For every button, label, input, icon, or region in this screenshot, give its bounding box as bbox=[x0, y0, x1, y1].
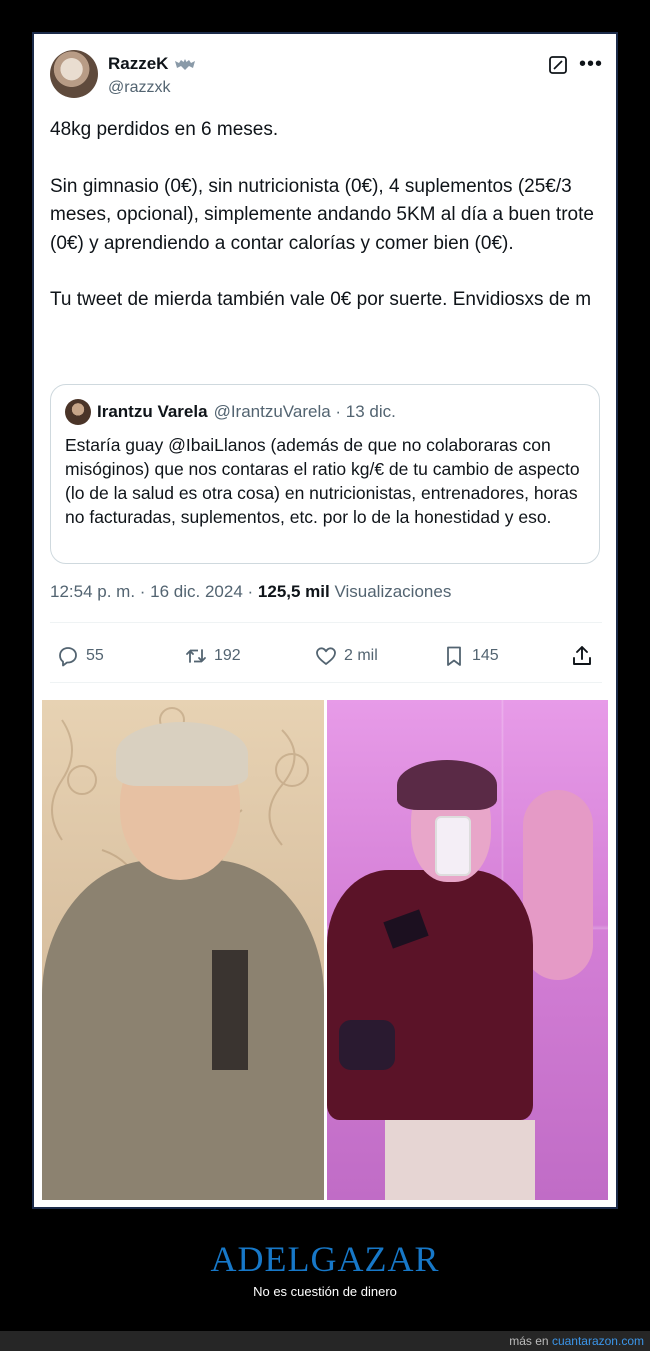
quoted-author-avatar bbox=[65, 399, 91, 425]
bookmark-count: 145 bbox=[472, 647, 499, 664]
share-button[interactable] bbox=[570, 636, 594, 676]
meme-subtitle: No es cuestión de dinero bbox=[253, 1284, 397, 1299]
bookmark-icon bbox=[447, 646, 461, 666]
author-name[interactable]: RazzeK bbox=[108, 54, 168, 74]
tweet-paragraph: 48kg perdidos en 6 meses. bbox=[50, 119, 279, 140]
meme-title: ADELGAZAR bbox=[210, 1239, 440, 1279]
reply-icon bbox=[59, 647, 77, 667]
after-photo[interactable] bbox=[327, 700, 608, 1200]
views-label: Visualizaciones bbox=[329, 582, 452, 601]
quoted-tweet-header: Irantzu Varela @IrantzuVarela · 13 dic. bbox=[65, 399, 585, 425]
more-icon[interactable]: ••• bbox=[579, 54, 603, 74]
bat-icon bbox=[175, 59, 196, 70]
retweet-button[interactable]: 192 bbox=[184, 636, 241, 676]
author-avatar[interactable] bbox=[50, 50, 98, 98]
source-prefix: más en bbox=[509, 1334, 552, 1348]
quoted-tweet-text: Estaría guay @IbaiLlanos (además de que … bbox=[65, 435, 580, 527]
elbow-pad bbox=[339, 1020, 395, 1070]
person-hair bbox=[397, 760, 497, 810]
quoted-author-name: Irantzu Varela bbox=[97, 402, 208, 421]
divider bbox=[50, 682, 602, 683]
like-button[interactable]: 2 mil bbox=[314, 636, 378, 676]
tweet-card: RazzeK @razzxk ••• 48kg perdidos en 6 me… bbox=[36, 36, 614, 1205]
author-handle[interactable]: @razzxk bbox=[108, 79, 170, 97]
person-arm bbox=[523, 790, 593, 980]
source-link[interactable]: cuantarazon.com bbox=[552, 1334, 644, 1348]
tweet-text: 48kg perdidos en 6 meses. Sin gimnasio (… bbox=[50, 116, 602, 315]
before-photo[interactable] bbox=[42, 700, 324, 1200]
grok-icon[interactable] bbox=[548, 55, 568, 75]
source-bar: más en cuantarazon.com bbox=[0, 1331, 650, 1351]
bookmark-button[interactable]: 145 bbox=[442, 636, 499, 676]
tweet-timestamp[interactable]: 12:54 p. m. · 16 dic. 2024 · bbox=[50, 582, 258, 601]
tweet-paragraph: Sin gimnasio (0€), sin nutricionista (0€… bbox=[50, 175, 594, 254]
quoted-author-handle-date: @IrantzuVarela · 13 dic. bbox=[213, 402, 396, 421]
phone bbox=[435, 816, 471, 876]
author-name-row: RazzeK bbox=[108, 54, 196, 74]
reply-button[interactable]: 55 bbox=[56, 636, 104, 676]
heart-icon bbox=[316, 647, 336, 665]
meme-frame: RazzeK @razzxk ••• 48kg perdidos en 6 me… bbox=[32, 32, 618, 1209]
media-gallery bbox=[42, 700, 608, 1200]
person-torso bbox=[42, 860, 324, 1200]
views-count: 125,5 mil bbox=[257, 582, 330, 601]
shirt-graphic bbox=[212, 950, 248, 1070]
like-count: 2 mil bbox=[344, 647, 378, 664]
tweet-paragraph: Tu tweet de mierda también vale 0€ por s… bbox=[50, 289, 592, 310]
share-icon bbox=[573, 646, 591, 665]
person-shirt bbox=[327, 870, 533, 1120]
retweet-icon bbox=[186, 649, 206, 663]
retweet-count: 192 bbox=[214, 647, 241, 664]
person-pants bbox=[385, 1120, 535, 1200]
divider bbox=[50, 622, 602, 623]
quoted-tweet[interactable]: Irantzu Varela @IrantzuVarela · 13 dic. … bbox=[50, 384, 600, 564]
reply-count: 55 bbox=[86, 647, 104, 664]
action-bar: 55 192 2 mil 145 bbox=[50, 636, 602, 676]
tweet-meta: 12:54 p. m. · 16 dic. 2024 · 125,5 mil V… bbox=[50, 582, 451, 602]
person-hair bbox=[116, 722, 248, 786]
